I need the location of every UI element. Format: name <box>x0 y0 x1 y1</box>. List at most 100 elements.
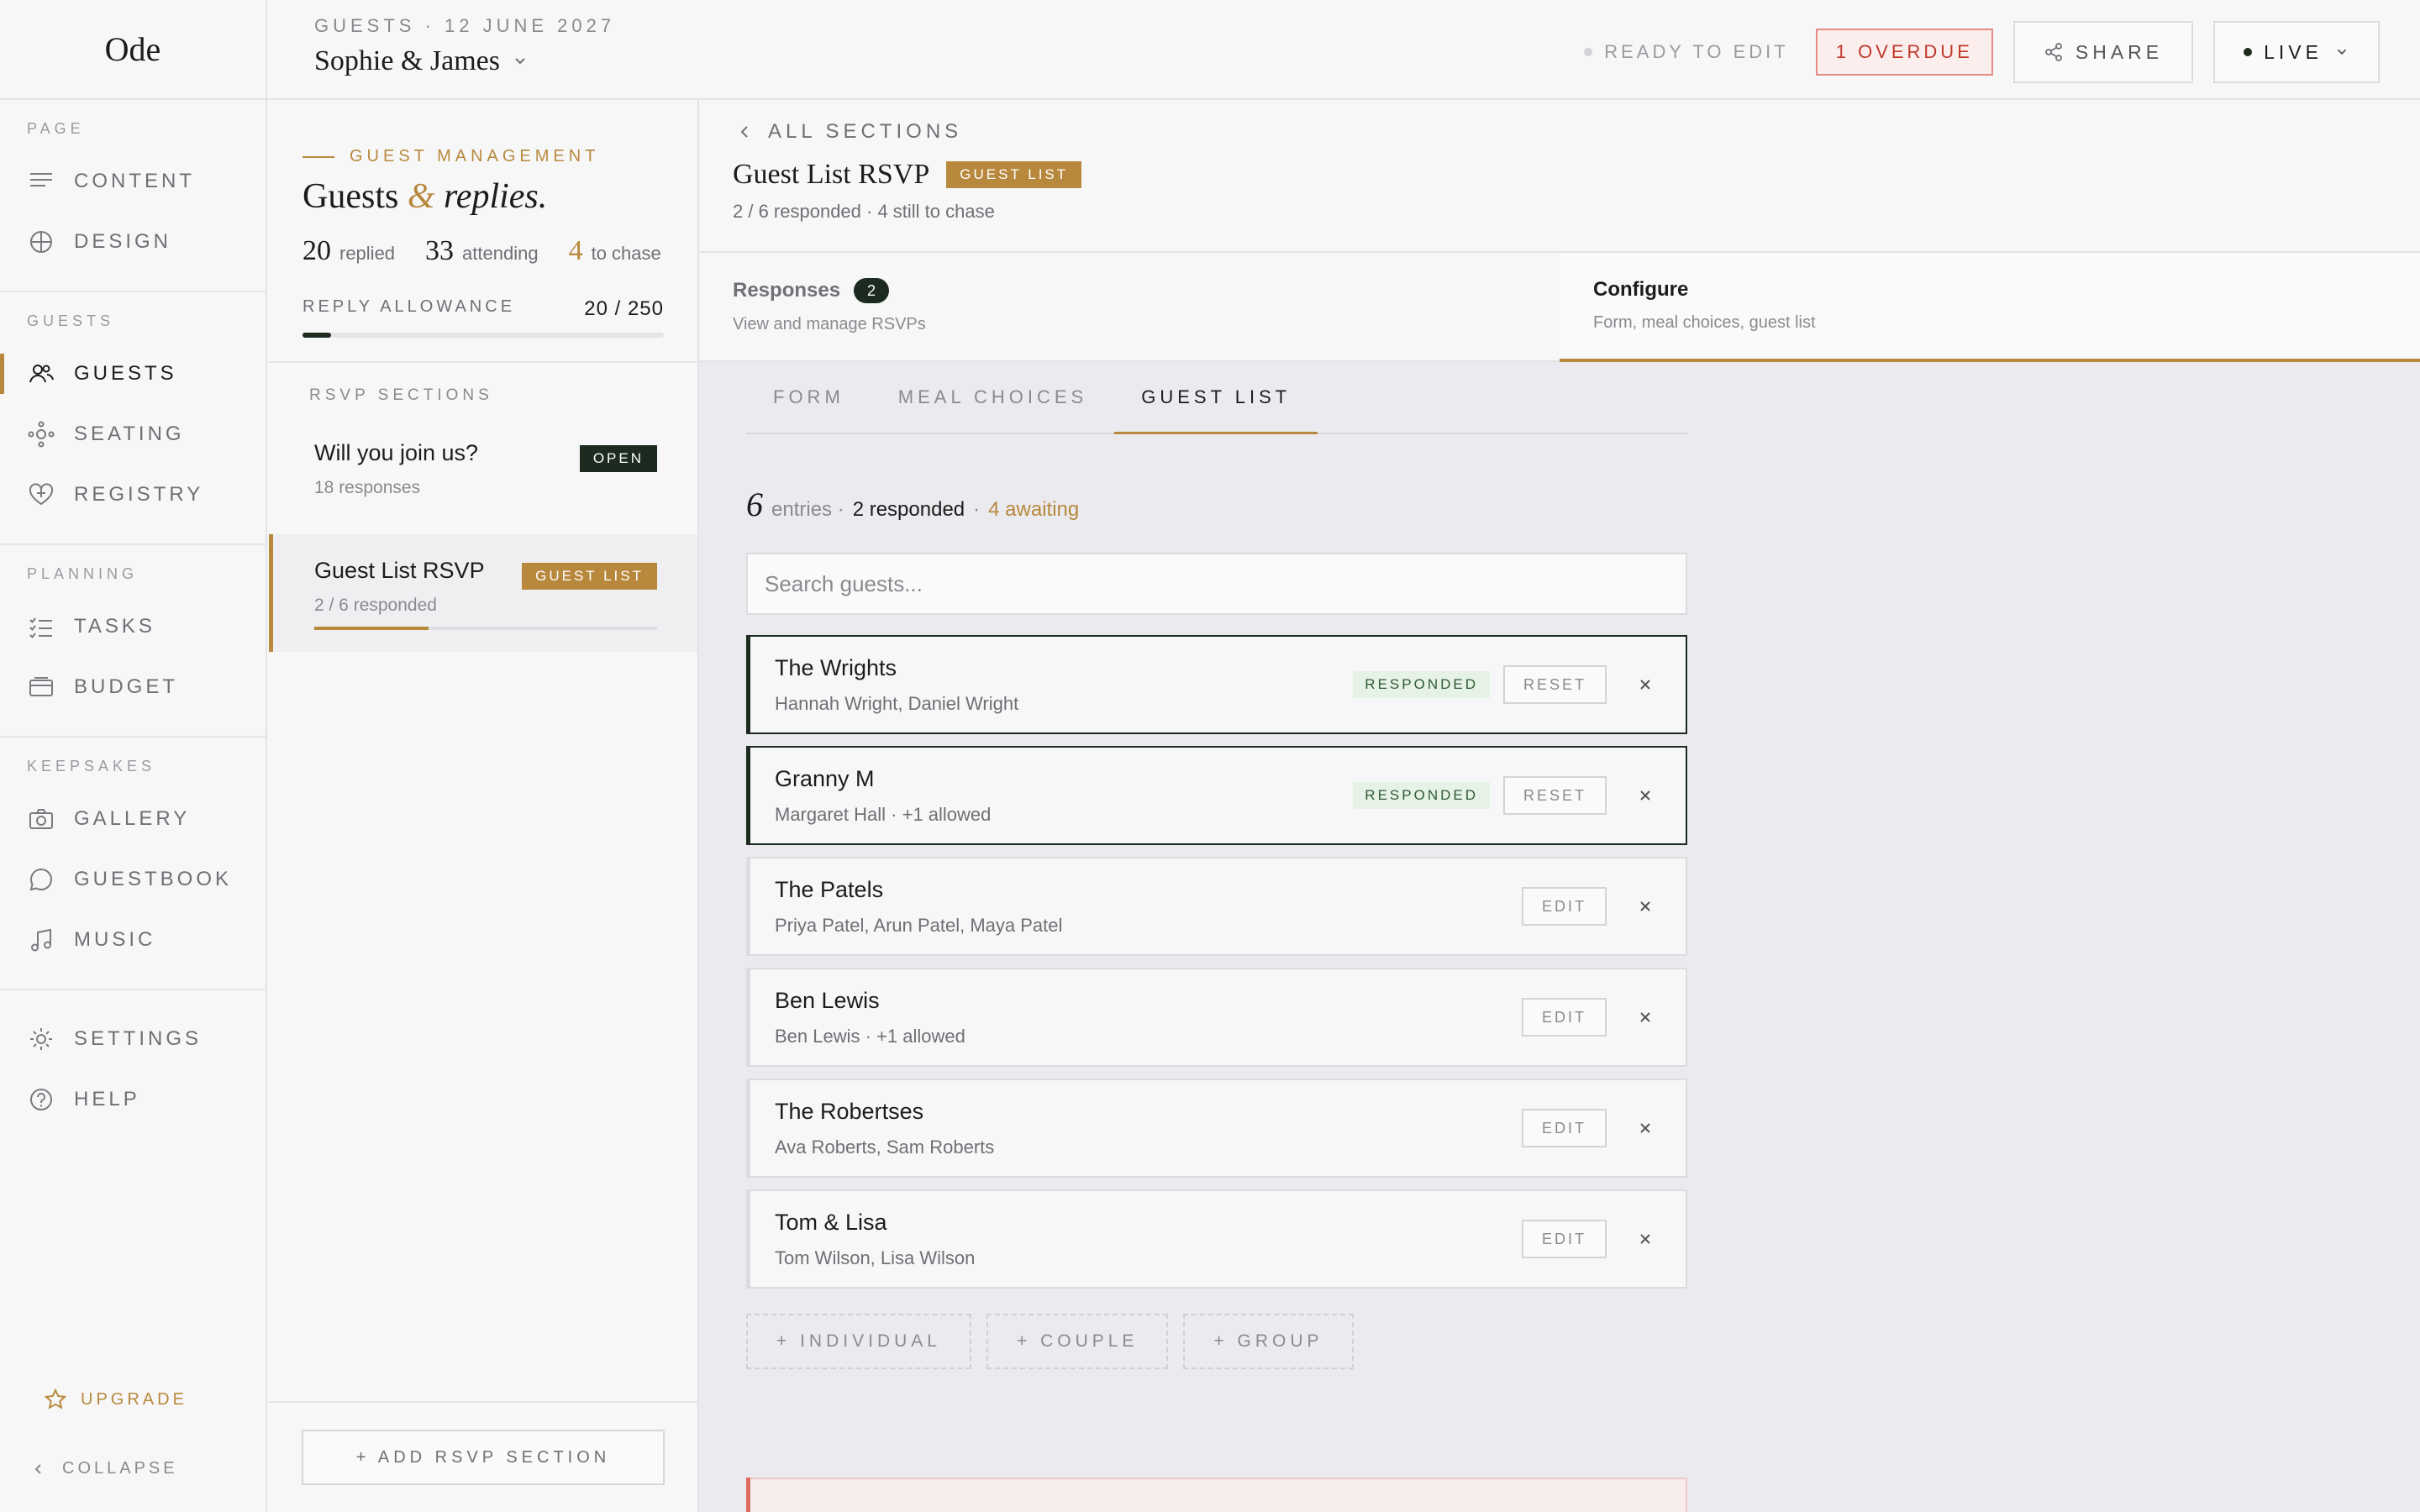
search-input[interactable]: Search guests... <box>746 553 1687 615</box>
tab-meal-choices[interactable]: MEAL CHOICES <box>871 362 1114 433</box>
sidebar-item-label: SEATING <box>74 423 185 445</box>
entries-label: entries · <box>771 498 844 521</box>
sidebar-item-label: GUESTS <box>74 362 177 385</box>
sidebar-item-label: GALLERY <box>74 807 191 830</box>
add-couple-button[interactable]: + COUPLE <box>986 1314 1169 1369</box>
awaiting-count: 4 awaiting <box>988 498 1080 521</box>
music-icon <box>31 928 51 952</box>
sidebar-item-registry[interactable]: REGISTRY <box>0 465 266 525</box>
status-badge: OPEN <box>579 445 657 472</box>
share-button[interactable]: SHARE <box>2012 21 2194 83</box>
chat-icon <box>29 868 53 891</box>
live-button[interactable]: LIVE <box>2213 21 2380 83</box>
add-rsvp-section-button[interactable]: + ADD RSVP SECTION <box>302 1430 665 1485</box>
reset-button[interactable]: RESET <box>1502 776 1607 815</box>
guest-row[interactable]: Tom & Lisa Tom Wilson, Lisa Wilson EDIT <box>746 1189 1687 1289</box>
sidebar-item-tasks[interactable]: TASKS <box>0 596 266 657</box>
status-badge: GUEST LIST <box>946 161 1082 188</box>
status-badge: RESPONDED <box>1353 782 1490 809</box>
sidebar-item-label: GUESTBOOK <box>74 868 233 890</box>
sidebar-item-budget[interactable]: BUDGET <box>0 657 266 717</box>
sidebar-item-content[interactable]: CONTENT <box>0 151 266 212</box>
back-link[interactable]: ALL SECTIONS <box>733 120 2386 144</box>
rsvp-progress-fill <box>314 627 429 630</box>
top-bar: GUESTS · 12 JUNE 2027 Sophie & James REA… <box>267 0 2420 100</box>
tab-responses[interactable]: Responses 2 View and manage RSVPs <box>699 253 1560 360</box>
edit-button[interactable]: EDIT <box>1521 887 1607 926</box>
rsvp-section-card[interactable]: Will you join us? 18 responses OPEN <box>269 417 697 534</box>
stat-value: 4 <box>568 235 583 266</box>
add-individual-button[interactable]: + INDIVIDUAL <box>746 1314 971 1369</box>
remove-guest-button[interactable] <box>1634 1116 1657 1140</box>
rsvp-section-card-active[interactable]: Guest List RSVP 2 / 6 responded GUEST LI… <box>269 534 697 652</box>
sidebar-item-gallery[interactable]: GALLERY <box>0 789 266 849</box>
edit-button[interactable]: EDIT <box>1521 1109 1607 1147</box>
nav-section-page: PAGE CONTENT DESIGN <box>0 100 266 292</box>
wallet-icon <box>29 677 53 696</box>
guest-row[interactable]: The Wrights Hannah Wright, Daniel Wright… <box>746 635 1687 734</box>
remove-guest-button[interactable] <box>1634 1005 1657 1029</box>
people-icon <box>29 365 54 383</box>
couple-selector[interactable]: Sophie & James <box>314 45 529 77</box>
guest-row[interactable]: Granny M Margaret Hall · +1 allowed RESP… <box>746 746 1687 845</box>
app-logo[interactable]: Ode <box>105 29 161 69</box>
remove-guest-button[interactable] <box>1634 895 1657 918</box>
stat-attending: 33 attending <box>425 235 539 267</box>
overdue-badge[interactable]: 1 OVERDUE <box>1815 29 1993 76</box>
nav-section-title: PAGE <box>27 120 85 137</box>
sidebar-item-label: HELP <box>74 1088 140 1110</box>
responded-count: 2 responded <box>852 498 965 521</box>
sidebar-item-music[interactable]: MUSIC <box>0 910 266 970</box>
stat-value: 20 <box>302 235 331 266</box>
main-area: ALL SECTIONS Guest List RSVP GUEST LIST … <box>699 100 2420 1512</box>
configure-subtabs: FORM MEAL CHOICES GUEST LIST <box>746 362 1687 434</box>
star-icon <box>44 1388 67 1410</box>
guest-row[interactable]: The Patels Priya Patel, Arun Patel, Maya… <box>746 857 1687 956</box>
heart-icon <box>29 483 54 506</box>
title-amp: & <box>407 177 435 216</box>
guest-actions: EDIT <box>1521 858 1657 954</box>
rsvp-section-sub: 18 responses <box>314 478 421 497</box>
remove-guest-button[interactable] <box>1634 673 1657 696</box>
camera-icon <box>29 809 53 829</box>
panel-eyebrow: GUEST MANAGEMENT <box>302 147 664 166</box>
back-label: ALL SECTIONS <box>768 120 963 143</box>
entry-count: 6 <box>746 486 763 523</box>
sun-icon <box>30 1028 52 1050</box>
stat-label: to chase <box>591 243 661 264</box>
guest-row[interactable]: The Robertses Ava Roberts, Sam Roberts E… <box>746 1079 1687 1178</box>
tab-configure[interactable]: Configure Form, meal choices, guest list <box>1560 253 2420 362</box>
sidebar-item-guestbook[interactable]: GUESTBOOK <box>0 849 266 910</box>
guest-actions: EDIT <box>1521 1191 1657 1287</box>
eyebrow-rule <box>302 155 334 158</box>
remove-guest-button[interactable] <box>1634 784 1657 807</box>
sidebar-item-label: CONTENT <box>74 170 195 192</box>
checklist-icon <box>29 617 52 639</box>
sidebar-item-design[interactable]: DESIGN <box>0 212 266 272</box>
sidebar-item-settings[interactable]: SETTINGS <box>0 1009 266 1069</box>
reset-button[interactable]: RESET <box>1502 665 1607 704</box>
upgrade-button[interactable]: UPGRADE <box>44 1388 187 1411</box>
sidebar-item-help[interactable]: HELP <box>0 1069 266 1130</box>
rsvp-progress <box>314 627 657 630</box>
tab-form[interactable]: FORM <box>746 362 871 433</box>
title-part: replies. <box>444 177 548 216</box>
edit-button[interactable]: EDIT <box>1521 998 1607 1037</box>
tab-label: Responses <box>733 279 841 302</box>
remove-guest-button[interactable] <box>1634 1227 1657 1251</box>
nav-section-keepsakes: KEEPSAKES GALLERY GUESTBOOK MUSIC <box>0 738 266 990</box>
globe-icon <box>30 231 52 253</box>
add-group-button[interactable]: + GROUP <box>1183 1314 1354 1369</box>
sidebar-item-label: MUSIC <box>74 928 156 951</box>
sidebar-item-guests[interactable]: GUESTS <box>0 344 266 404</box>
sidebar-item-seating[interactable]: SEATING <box>0 404 266 465</box>
guest-row[interactable]: Ben Lewis Ben Lewis · +1 allowed EDIT <box>746 968 1687 1067</box>
tab-title: Responses 2 <box>733 278 1526 303</box>
status-badge: GUEST LIST <box>522 563 657 590</box>
tab-guest-list[interactable]: GUEST LIST <box>1114 362 1318 434</box>
edit-button[interactable]: EDIT <box>1521 1220 1607 1258</box>
rsvp-sections-title: RSVP SECTIONS <box>309 386 493 404</box>
collapse-button[interactable]: COLLAPSE <box>32 1459 178 1478</box>
share-label: SHARE <box>2075 40 2164 63</box>
chevron-left-icon <box>34 1463 41 1474</box>
